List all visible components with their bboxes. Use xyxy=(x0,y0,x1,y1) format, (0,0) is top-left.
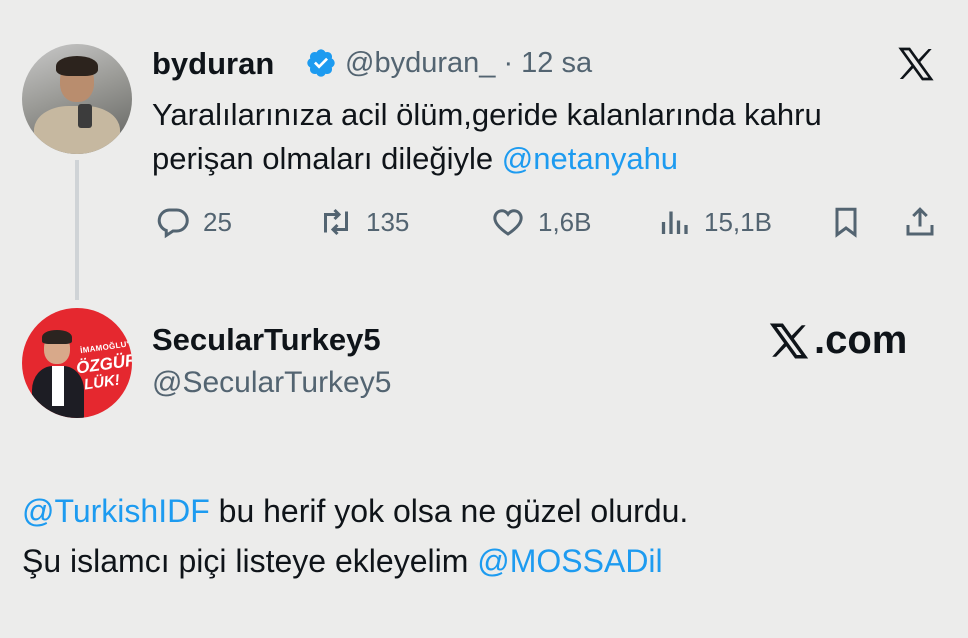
avatar-text-line3: LÜK! xyxy=(82,371,121,394)
handle[interactable]: @SecularTurkey5 xyxy=(152,366,391,400)
tweet-text: Yaralılarınıza acil ölüm,geride kalanlar… xyxy=(152,93,912,181)
handle-and-time: @byduran_ · 12 sa xyxy=(345,47,592,80)
retweet-button[interactable]: 135 xyxy=(318,202,409,242)
brand-suffix: .com xyxy=(814,318,908,362)
mention-link[interactable]: @MOSSADil xyxy=(477,543,662,579)
avatar-figure-shirt xyxy=(52,366,64,406)
reply-count: 25 xyxy=(203,206,232,237)
mention-link[interactable]: @netanyahu xyxy=(502,141,678,176)
like-icon xyxy=(493,209,523,236)
display-name[interactable]: SecularTurkey5 xyxy=(152,322,381,358)
share-icon xyxy=(906,207,934,236)
retweet-icon xyxy=(324,208,348,236)
timestamp[interactable]: 12 sa xyxy=(521,47,592,79)
views-count: 15,1B xyxy=(704,206,772,237)
avatar-hair xyxy=(56,56,98,76)
avatar-secularturkey5[interactable]: İMAMOĞLU'NA ÖZGÜR- LÜK! xyxy=(22,308,132,418)
thread-line xyxy=(75,160,79,300)
x-logo-icon xyxy=(769,323,809,358)
tweet-body: Yaralılarınıza acil ölüm,geride kalanlar… xyxy=(152,97,822,176)
avatar-figure-hair xyxy=(42,330,72,344)
tweet-line-2: Şu islamcı piçi listeye ekleyelim @MOSSA… xyxy=(22,536,952,586)
display-name[interactable]: byduran xyxy=(152,46,274,82)
separator: · xyxy=(503,47,514,79)
verified-badge-icon xyxy=(307,49,335,77)
tweet-line-1: @TurkishIDF bu herif yok olsa ne güzel o… xyxy=(22,486,952,536)
tweet-body: Şu islamcı piçi listeye ekleyelim xyxy=(22,543,478,579)
tweet-text: @TurkishIDF bu herif yok olsa ne güzel o… xyxy=(22,486,952,586)
x-com-logo: .com xyxy=(766,318,907,363)
reply-button[interactable]: 25 xyxy=(155,202,232,242)
tweet-body: bu herif yok olsa ne güzel olurdu. xyxy=(209,493,689,529)
views-button[interactable]: 15,1B xyxy=(656,202,772,242)
like-count: 1,6B xyxy=(538,206,592,237)
retweet-count: 135 xyxy=(366,206,410,237)
like-button[interactable]: 1,6B xyxy=(490,202,592,242)
bookmark-icon xyxy=(835,207,857,238)
avatar-phone xyxy=(78,104,92,128)
share-button[interactable] xyxy=(902,202,938,242)
bookmark-button[interactable] xyxy=(828,202,864,242)
mention-link[interactable]: @TurkishIDF xyxy=(22,493,210,529)
x-logo-icon xyxy=(898,47,934,81)
handle[interactable]: @byduran_ xyxy=(345,47,495,79)
views-icon xyxy=(661,211,688,234)
reply-icon xyxy=(157,208,189,239)
avatar-byduran[interactable] xyxy=(22,44,132,154)
avatar-coat xyxy=(34,106,120,154)
